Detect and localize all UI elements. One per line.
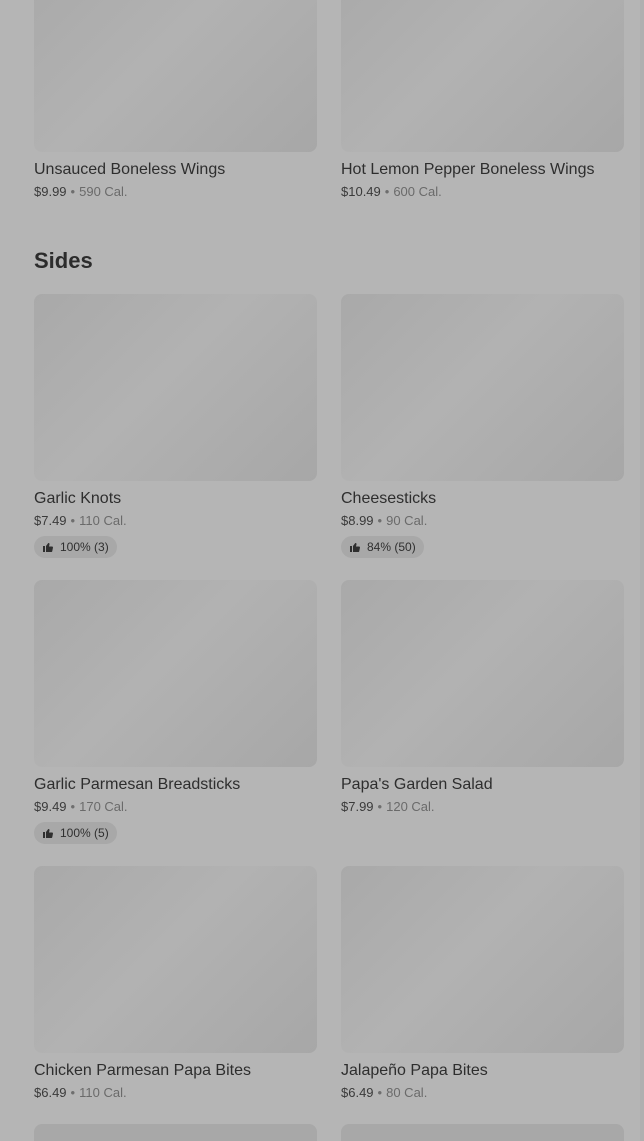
menu-item-price: $7.99 bbox=[341, 799, 374, 814]
menu-item-calories: 110 Cal. bbox=[79, 1085, 127, 1100]
menu-item-image bbox=[341, 866, 624, 1053]
menu-item-name: Chicken Parmesan Papa Bites bbox=[34, 1062, 251, 1079]
menu-item-price: $7.49 bbox=[34, 513, 67, 528]
separator-dot: • bbox=[70, 799, 76, 814]
menu-item-name: Unsauced Boneless Wings bbox=[34, 161, 226, 178]
menu-item-meta: $9.99 • 590 Cal. bbox=[34, 183, 317, 201]
separator-dot: • bbox=[70, 184, 76, 199]
separator-dot: • bbox=[70, 513, 76, 528]
rating-badge: 100% (5) bbox=[34, 822, 117, 844]
thumbs-up-icon bbox=[43, 828, 53, 839]
menu-item-card[interactable]: Papa's Garden Salad $7.99 • 120 Cal. bbox=[341, 580, 624, 816]
menu-item-name: Jalapeño Papa Bites bbox=[341, 1062, 488, 1079]
separator-dot: • bbox=[384, 184, 390, 199]
menu-item-calories: 590 Cal. bbox=[79, 184, 128, 199]
menu-item-calories: 170 Cal. bbox=[79, 799, 128, 814]
menu-item-price: $6.49 bbox=[341, 1085, 374, 1100]
menu-item-price: $9.99 bbox=[34, 184, 67, 199]
menu-item-name: Garlic Parmesan Breadsticks bbox=[34, 776, 241, 793]
separator-dot: • bbox=[377, 1085, 383, 1100]
menu-item-name: Hot Lemon Pepper Boneless Wings bbox=[341, 161, 595, 178]
separator-dot: • bbox=[70, 1085, 76, 1100]
menu-item-price: $10.49 bbox=[341, 184, 381, 199]
rating-text: 84% (50) bbox=[367, 540, 416, 554]
menu-item-image bbox=[341, 580, 624, 767]
menu-item-price: $9.49 bbox=[34, 799, 67, 814]
section-title-sides: Sides bbox=[34, 248, 93, 273]
menu-item-meta: $9.49 • 170 Cal. bbox=[34, 798, 317, 816]
menu-item-calories: 90 Cal. bbox=[386, 513, 428, 528]
menu-item-calories: 110 Cal. bbox=[79, 513, 127, 528]
menu-item-card[interactable]: Jalapeño Papa Bites $6.49 • 80 Cal. bbox=[341, 866, 624, 1102]
rating-text: 100% (3) bbox=[60, 540, 109, 554]
menu-item-card[interactable]: Chicken Parmesan Papa Bites $6.49 • 110 Ca… bbox=[34, 866, 317, 1102]
menu-item-image bbox=[341, 294, 624, 481]
menu-item-meta: $8.99 • 90 Cal. bbox=[341, 512, 624, 530]
menu-item-meta: $7.49 • 110 Cal. bbox=[34, 512, 317, 530]
menu-item-meta: $7.99 • 120 Cal. bbox=[341, 798, 624, 816]
menu-item-card[interactable]: Hot Lemon Pepper Boneless Wings $10.49 • 6… bbox=[341, 0, 624, 201]
menu-item-name: Garlic Knots bbox=[34, 490, 122, 507]
separator-dot: • bbox=[377, 799, 383, 814]
menu-item-name: Papa's Garden Salad bbox=[341, 776, 493, 793]
menu-item-card[interactable]: Garlic Parmesan Breadsticks $9.49 • 170 Ca… bbox=[34, 580, 317, 844]
menu-item-image bbox=[34, 580, 317, 767]
menu-page: Unsauced Boneless Wings $9.99 • 590 Cal. H… bbox=[0, 0, 644, 1141]
separator-dot: • bbox=[377, 513, 383, 528]
menu-item-card[interactable]: Garlic Knots $7.49 • 110 Cal. 100% (3) bbox=[34, 294, 317, 558]
menu-item-meta: $10.49 • 600 Cal. bbox=[341, 183, 624, 201]
rating-text: 100% (5) bbox=[60, 826, 109, 840]
menu-item-price: $8.99 bbox=[341, 513, 374, 528]
menu-item-meta: $6.49 • 80 Cal. bbox=[341, 1084, 624, 1102]
menu-item-image bbox=[34, 866, 317, 1053]
menu-item-calories: 120 Cal. bbox=[386, 799, 435, 814]
rating-badge: 100% (3) bbox=[34, 536, 117, 558]
menu-item-price: $6.49 bbox=[34, 1085, 67, 1100]
thumbs-up-icon bbox=[350, 542, 360, 553]
rating-badge: 84% (50) bbox=[341, 536, 424, 558]
scroll-edge bbox=[640, 0, 644, 1141]
menu-item-card[interactable]: Unsauced Boneless Wings $9.99 • 590 Cal. bbox=[34, 0, 317, 201]
menu-item-image-partial[interactable] bbox=[34, 1124, 317, 1141]
menu-item-calories: 80 Cal. bbox=[386, 1085, 428, 1100]
menu-item-image-partial[interactable] bbox=[341, 1124, 624, 1141]
menu-item-image bbox=[341, 0, 624, 152]
menu-item-image bbox=[34, 294, 317, 481]
menu-item-meta: $6.49 • 110 Cal. bbox=[34, 1084, 317, 1102]
menu-item-calories: 600 Cal. bbox=[393, 184, 442, 199]
menu-item-card[interactable]: Cheesesticks $8.99 • 90 Cal. 84% (50) bbox=[341, 294, 624, 558]
menu-item-image bbox=[34, 0, 317, 152]
thumbs-up-icon bbox=[43, 542, 53, 553]
menu-item-name: Cheesesticks bbox=[341, 490, 437, 507]
